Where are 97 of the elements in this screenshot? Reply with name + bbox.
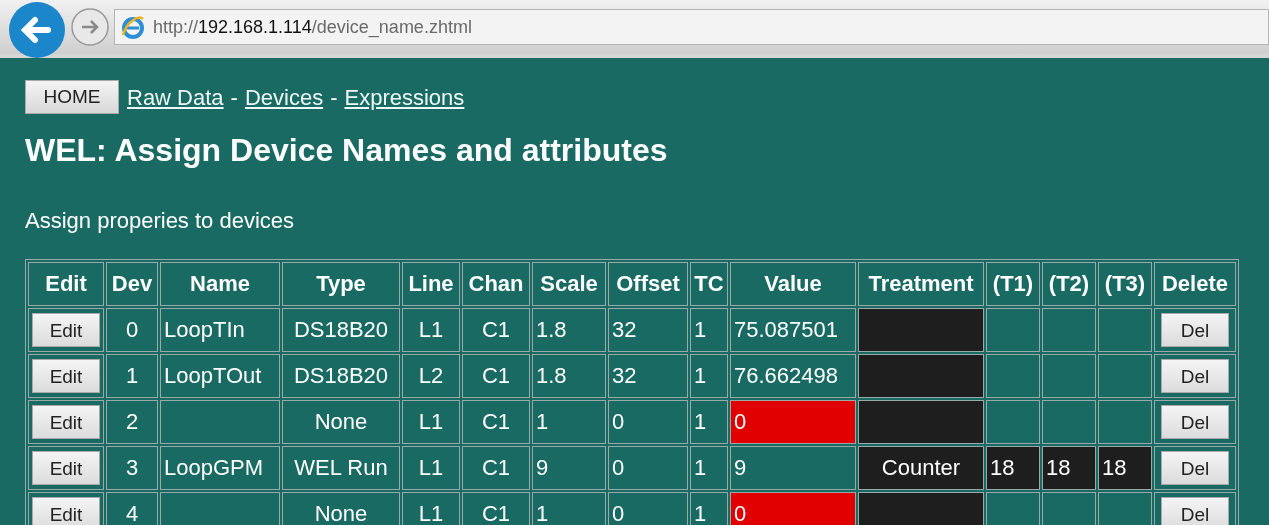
table-cell: 1 bbox=[690, 308, 728, 352]
table-button[interactable]: Edit bbox=[32, 451, 100, 485]
separator-text: - bbox=[230, 83, 238, 112]
column-header: Treatment bbox=[858, 262, 984, 306]
separator-text: - bbox=[330, 83, 338, 112]
forward-icon[interactable] bbox=[70, 7, 110, 47]
table-cell: 75.087501 bbox=[730, 308, 856, 352]
table-cell: 0 bbox=[730, 400, 856, 444]
table-cell: 2 bbox=[106, 400, 158, 444]
table-cell: 18 bbox=[1098, 446, 1152, 490]
column-header: Name bbox=[160, 262, 280, 306]
table-cell: C1 bbox=[462, 354, 530, 398]
table-cell: LoopGPM bbox=[160, 446, 280, 490]
table-cell: L1 bbox=[402, 308, 460, 352]
table-button[interactable]: Del bbox=[1161, 497, 1229, 525]
table-cell bbox=[1042, 354, 1096, 398]
column-header: (T2) bbox=[1042, 262, 1096, 306]
table-cell: 4 bbox=[106, 492, 158, 525]
table-cell: DS18B20 bbox=[282, 354, 400, 398]
column-header: Dev bbox=[106, 262, 158, 306]
table-cell: LoopTOut bbox=[160, 354, 280, 398]
table-cell: WEL Run bbox=[282, 446, 400, 490]
table-cell bbox=[1042, 492, 1096, 525]
table-cell: 1 bbox=[690, 354, 728, 398]
table-cell: 0 bbox=[730, 492, 856, 525]
table-cell: 1 bbox=[690, 492, 728, 525]
table-cell: 9 bbox=[730, 446, 856, 490]
nav-link[interactable]: Expressions bbox=[344, 80, 465, 114]
table-cell: C1 bbox=[462, 446, 530, 490]
table-cell: 1 bbox=[106, 354, 158, 398]
table-cell: 76.662498 bbox=[730, 354, 856, 398]
table-cell bbox=[1098, 354, 1152, 398]
table-cell: 1.8 bbox=[532, 308, 606, 352]
table-cell: C1 bbox=[462, 400, 530, 444]
address-bar[interactable]: http://192.168.1.114/device_name.zhtml bbox=[114, 9, 1269, 45]
table-cell: 32 bbox=[608, 308, 688, 352]
table-cell: L1 bbox=[402, 492, 460, 525]
table-button[interactable]: Del bbox=[1161, 313, 1229, 347]
table-cell: 1 bbox=[532, 400, 606, 444]
table-cell: 1.8 bbox=[532, 354, 606, 398]
column-header: Scale bbox=[532, 262, 606, 306]
column-header: (T1) bbox=[986, 262, 1040, 306]
table-button[interactable]: Edit bbox=[32, 313, 100, 347]
table-cell: 3 bbox=[106, 446, 158, 490]
table-button[interactable]: Edit bbox=[32, 405, 100, 439]
column-header: (T3) bbox=[1098, 262, 1152, 306]
table-cell: C1 bbox=[462, 308, 530, 352]
table-cell: None bbox=[282, 400, 400, 444]
table-cell: None bbox=[282, 492, 400, 525]
table-cell bbox=[1098, 308, 1152, 352]
table-cell bbox=[986, 308, 1040, 352]
table-cell bbox=[986, 492, 1040, 525]
table-cell: DS18B20 bbox=[282, 308, 400, 352]
browser-logo-icon bbox=[121, 15, 145, 39]
table-cell: LoopTIn bbox=[160, 308, 280, 352]
column-header: Delete bbox=[1154, 262, 1236, 306]
table-cell: 1 bbox=[532, 492, 606, 525]
table-cell: 18 bbox=[986, 446, 1040, 490]
table-cell bbox=[1098, 400, 1152, 444]
page-title: WEL: Assign Device Names and attributes bbox=[25, 134, 669, 166]
table-button[interactable]: Edit bbox=[32, 359, 100, 393]
table-button[interactable]: Del bbox=[1161, 451, 1229, 485]
column-header: Edit bbox=[28, 262, 104, 306]
table-cell: 32 bbox=[608, 354, 688, 398]
table-cell: L1 bbox=[402, 400, 460, 444]
table-cell: L2 bbox=[402, 354, 460, 398]
table-cell: 0 bbox=[608, 446, 688, 490]
nav-link[interactable]: Devices bbox=[244, 80, 324, 114]
table-cell bbox=[1042, 308, 1096, 352]
nav-link[interactable]: Raw Data bbox=[127, 80, 224, 114]
column-header: TC bbox=[690, 262, 728, 306]
table-cell: 18 bbox=[1042, 446, 1096, 490]
table-cell bbox=[986, 400, 1040, 444]
column-header: Type bbox=[282, 262, 400, 306]
column-header: Chan bbox=[462, 262, 530, 306]
table-cell: 1 bbox=[690, 400, 728, 444]
table-cell: 0 bbox=[608, 492, 688, 525]
table-cell bbox=[986, 354, 1040, 398]
url-text: http://192.168.1.114/device_name.zhtml bbox=[153, 15, 472, 40]
table-cell: Counter bbox=[858, 446, 984, 490]
table-cell: 1 bbox=[690, 446, 728, 490]
table-button[interactable]: Edit bbox=[32, 497, 100, 525]
table-cell: L1 bbox=[402, 446, 460, 490]
page-subtitle: Assign properies to devices bbox=[25, 207, 296, 235]
table-cell: 0 bbox=[608, 400, 688, 444]
table-cell bbox=[1098, 492, 1152, 525]
table-cell: 9 bbox=[532, 446, 606, 490]
table-cell: 0 bbox=[106, 308, 158, 352]
back-icon[interactable] bbox=[8, 1, 66, 59]
table-cell bbox=[1042, 400, 1096, 444]
table-cell: C1 bbox=[462, 492, 530, 525]
column-header: Line bbox=[402, 262, 460, 306]
column-header: Offset bbox=[608, 262, 688, 306]
table-button[interactable]: Del bbox=[1161, 405, 1229, 439]
table-button[interactable]: Del bbox=[1161, 359, 1229, 393]
home-button[interactable]: HOME bbox=[25, 80, 119, 114]
column-header: Value bbox=[730, 262, 856, 306]
